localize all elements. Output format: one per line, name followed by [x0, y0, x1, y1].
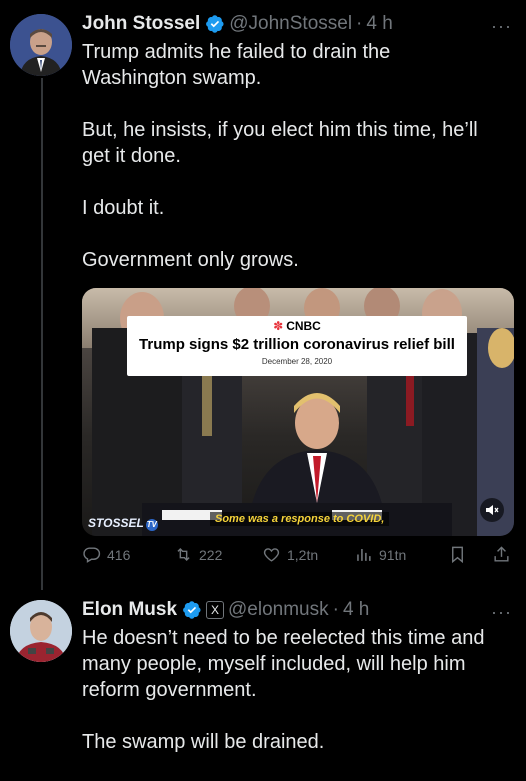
repost-button[interactable]: 222 [174, 545, 222, 564]
avatar[interactable] [10, 14, 72, 76]
text-line: But, he insists, if you elect him this t… [82, 119, 478, 141]
paragraph: I doubt it. [82, 195, 512, 221]
tweet-header: John Stossel @JohnStossel · 4 h ··· [82, 10, 512, 38]
author-name[interactable]: Elon Musk [82, 599, 177, 621]
timestamp[interactable]: 4 h [343, 599, 369, 621]
paragraph: Trump admits he failed to drain the Wash… [82, 39, 512, 91]
more-options-icon[interactable]: ··· [491, 16, 512, 37]
video-player[interactable]: ✽ CNBC Trump signs $2 trillion coronaviru… [82, 288, 514, 536]
timestamp[interactable]: 4 h [366, 13, 392, 35]
reply-count: 416 [107, 546, 131, 563]
share-icon [494, 546, 509, 562]
text-line: Trump admits he failed to drain the [82, 41, 391, 63]
text-line: Washington swamp. [82, 67, 262, 89]
repost-icon [177, 547, 190, 562]
bookmark-button[interactable] [448, 545, 473, 564]
text-line: get it done. [82, 145, 181, 167]
verified-badge-icon [205, 14, 225, 34]
views-count: 91tn [379, 546, 407, 563]
like-count: 1,2tn [287, 546, 319, 563]
video-caption: Some was a response to COVID, [210, 512, 390, 526]
tweet-text: He doesn’t need to be reelected this tim… [82, 625, 512, 781]
thread-line [41, 78, 43, 590]
text-line: He doesn’t need to be reelected this tim… [82, 627, 485, 649]
peacock-icon: ✽ [273, 319, 284, 333]
avatar[interactable] [10, 600, 72, 662]
heart-icon [263, 548, 280, 562]
cnbc-logo: ✽ CNBC [127, 319, 467, 333]
repost-count: 222 [199, 546, 223, 563]
news-headline-card: ✽ CNBC Trump signs $2 trillion coronaviru… [127, 316, 467, 376]
separator-dot: · [332, 599, 339, 620]
author-handle[interactable]: @elonmusk [228, 599, 329, 621]
watermark-text: STOSSEL [88, 516, 144, 530]
views-icon [357, 548, 371, 561]
watermark-badge: TV [145, 519, 158, 531]
text-line: reform government. [82, 679, 257, 701]
x-affiliate-badge[interactable]: X [206, 601, 225, 619]
more-options-icon[interactable]: ··· [491, 602, 512, 623]
text-line: The swamp will be drained. [82, 731, 325, 753]
stossel-tv-watermark: STOSSEL TV [88, 516, 158, 531]
like-button[interactable]: 1,2tn [262, 545, 318, 564]
speaker-muted-icon[interactable] [480, 498, 504, 522]
news-date: December 28, 2020 [261, 357, 333, 366]
author-name[interactable]: John Stossel [82, 13, 200, 35]
paragraph: The swamp will be drained. [82, 729, 512, 755]
bookmark-icon [452, 546, 463, 564]
separator-dot: · [356, 13, 363, 34]
reply-button[interactable]: 416 [82, 545, 130, 564]
verified-badge-icon [182, 600, 202, 620]
tweet-actions: 416 222 1,2tn 91tn [82, 545, 512, 573]
views-button[interactable]: 91tn [354, 545, 406, 564]
text-line: many people, myself included, will help … [82, 653, 466, 675]
network-name: CNBC [286, 319, 321, 333]
share-button[interactable] [492, 545, 517, 564]
tweet-text: Trump admits he failed to drain the Wash… [82, 39, 512, 299]
reply-icon [83, 547, 101, 563]
tweet-header: Elon Musk X @elonmusk · 4 h ··· [82, 596, 512, 624]
paragraph: He doesn’t need to be reelected this tim… [82, 625, 512, 703]
text-line: I doubt it. [82, 197, 165, 219]
paragraph: Government only grows. [82, 247, 512, 273]
paragraph: But, he insists, if you elect him this t… [82, 117, 512, 169]
text-line: Government only grows. [82, 249, 299, 271]
author-handle[interactable]: @JohnStossel [229, 13, 352, 35]
news-headline: Trump signs $2 trillion coronavirus reli… [139, 336, 455, 353]
